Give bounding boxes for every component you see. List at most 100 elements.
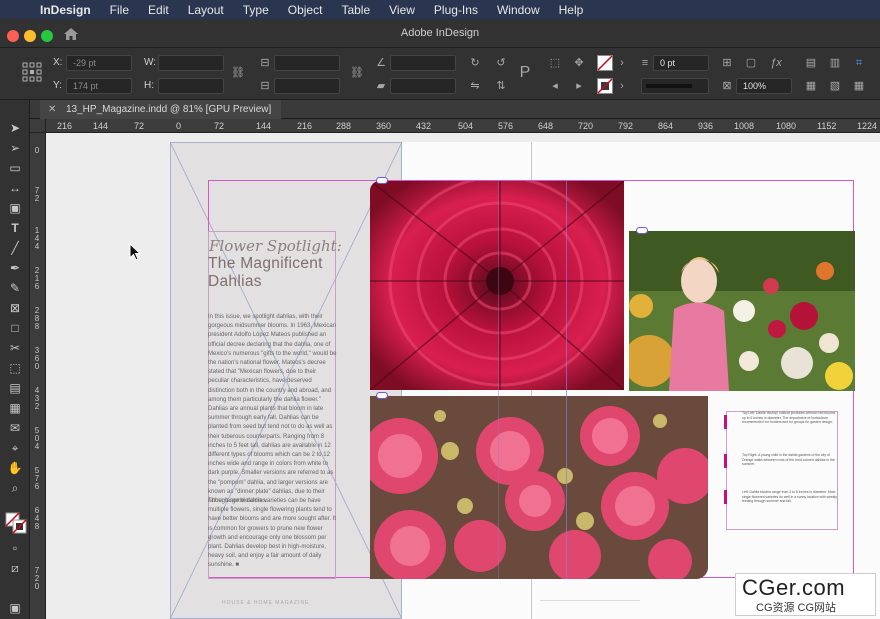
horizontal-ruler[interactable]: 216 144 72 0 72 144 216 288 360 432 504 …: [46, 119, 880, 133]
gradient-swatch-tool-icon[interactable]: ▤: [7, 380, 23, 396]
stroke-menu-arrow-icon[interactable]: ›: [615, 79, 629, 93]
document-tab[interactable]: ✕ 13_HP_Magazine.indd @ 81% [GPU Preview…: [40, 100, 282, 119]
photo-red-dahlia[interactable]: [370, 181, 624, 390]
menu-plugins[interactable]: Plug-Ins: [434, 3, 478, 17]
menu-app[interactable]: InDesign: [40, 3, 91, 17]
constrain-proportions-icon[interactable]: ⛓: [231, 66, 245, 80]
red-dahlia-image: [370, 181, 624, 390]
rotate-ccw-icon[interactable]: ↺: [494, 56, 508, 70]
menu-window[interactable]: Window: [497, 3, 540, 17]
rectangle-tool-icon[interactable]: □: [7, 320, 23, 336]
link-badge-icon[interactable]: [376, 392, 388, 399]
effects-fx-icon[interactable]: ƒx: [769, 56, 783, 70]
align-icon[interactable]: ▦: [852, 79, 866, 93]
scissors-tool-icon[interactable]: ✂: [7, 340, 23, 356]
hand-tool-icon[interactable]: ✋: [7, 460, 23, 476]
direct-selection-tool-icon[interactable]: ➢: [7, 140, 23, 156]
link-scale-icon[interactable]: ⛓: [350, 66, 364, 80]
select-previous-icon[interactable]: ◂: [548, 79, 562, 93]
line-tool-icon[interactable]: ╱: [7, 240, 23, 256]
wrap-shape-icon[interactable]: ⌗: [852, 56, 866, 70]
page-tool-icon[interactable]: ▭: [7, 160, 23, 176]
ruler-label: 504: [458, 121, 474, 131]
apply-none-icon[interactable]: ⧄: [7, 560, 23, 576]
zoom-tool-icon[interactable]: ⌕: [7, 480, 23, 496]
link-badge-icon[interactable]: [636, 227, 648, 234]
ruler-label: 5 7 6: [34, 466, 40, 491]
apple-icon[interactable]: [14, 3, 28, 17]
pencil-tool-icon[interactable]: ✎: [7, 280, 23, 296]
select-next-icon[interactable]: ▸: [572, 79, 586, 93]
menu-file[interactable]: File: [110, 3, 129, 17]
photo-girl-garden[interactable]: [629, 231, 855, 391]
rotate-cw-icon[interactable]: ↻: [468, 56, 482, 70]
menu-edit[interactable]: Edit: [148, 3, 169, 17]
gap-tool-icon[interactable]: ↔: [7, 180, 23, 196]
watermark-badge: CGer.com CG资源 CG网站: [735, 573, 876, 616]
selection-tool-icon[interactable]: ➤: [7, 120, 23, 136]
article-title-line-1: The Magnificent: [208, 255, 323, 272]
fitting-icon[interactable]: ⊞: [720, 56, 734, 70]
stroke-weight-field[interactable]: 0 pt: [653, 55, 709, 71]
screen-mode-icon[interactable]: ▣: [7, 600, 23, 616]
reference-point-icon[interactable]: [22, 62, 42, 82]
link-badge-icon[interactable]: [376, 177, 388, 184]
type-tool-icon[interactable]: T: [7, 220, 23, 236]
flip-horizontal-icon[interactable]: ⇋: [468, 79, 482, 93]
photo-pink-dahlias[interactable]: [370, 396, 708, 579]
frame-fitting-icon[interactable]: ▢: [744, 56, 758, 70]
ruler-label: 0: [176, 121, 182, 131]
menu-bar: InDesign File Edit Layout Type Object Ta…: [0, 0, 880, 19]
x-field[interactable]: -29 pt: [66, 55, 132, 71]
wrap-none-icon[interactable]: ▤: [804, 56, 818, 70]
flip-vertical-icon[interactable]: ⇅: [494, 79, 508, 93]
ruler-label: 144: [93, 121, 109, 131]
pen-tool-icon[interactable]: ✒: [7, 260, 23, 276]
menu-object[interactable]: Object: [288, 3, 323, 17]
document-tab-title: 13_HP_Magazine.indd @ 81% [GPU Preview]: [66, 104, 272, 115]
fill-stroke-swatch-icon[interactable]: [5, 512, 27, 534]
formatting-container-icon[interactable]: ▫: [7, 540, 23, 556]
fill-swatch-icon[interactable]: [597, 55, 613, 71]
menu-table[interactable]: Table: [341, 3, 370, 17]
article-title-line-2: Dahlias: [208, 273, 262, 290]
y-field[interactable]: 174 pt: [66, 78, 132, 94]
fill-menu-arrow-icon[interactable]: ›: [615, 56, 629, 70]
w-field[interactable]: [158, 55, 224, 71]
menu-type[interactable]: Type: [243, 3, 269, 17]
select-content-icon[interactable]: ✥: [572, 56, 586, 70]
rotate-field[interactable]: [390, 55, 456, 71]
caption-frame[interactable]: [726, 411, 838, 530]
ruler-label: 1008: [734, 121, 755, 131]
scale-x-field[interactable]: [274, 55, 340, 71]
content-collector-icon[interactable]: ▣: [7, 200, 23, 216]
gradient-feather-tool-icon[interactable]: ▦: [7, 400, 23, 416]
menu-help[interactable]: Help: [559, 3, 584, 17]
scale-y-field[interactable]: [274, 78, 340, 94]
vertical-ruler[interactable]: 0 7 2 1 4 4 2 1 6 2 8 8 3 6 0 4 3 2 5 0 …: [30, 133, 46, 619]
ruler-label: 4 3 2: [34, 386, 40, 411]
wrap-bounding-icon[interactable]: ▥: [828, 56, 842, 70]
wrap-column-icon[interactable]: ▧: [828, 79, 842, 93]
h-field[interactable]: [158, 78, 224, 94]
ruler-origin[interactable]: [30, 119, 46, 133]
menu-layout[interactable]: Layout: [188, 3, 224, 17]
ruler-label: 792: [618, 121, 634, 131]
shear-field[interactable]: [390, 78, 456, 94]
close-tab-icon[interactable]: ✕: [48, 100, 56, 119]
document-tab-bar: ✕ 13_HP_Magazine.indd @ 81% [GPU Preview…: [30, 100, 880, 119]
eyedropper-tool-icon[interactable]: ⌖: [7, 440, 23, 456]
note-tool-icon[interactable]: ✉: [7, 420, 23, 436]
opacity-field[interactable]: 100%: [736, 78, 792, 94]
rectangle-frame-tool-icon[interactable]: ⊠: [7, 300, 23, 316]
menu-view[interactable]: View: [389, 3, 415, 17]
ruler-label: 5 0 4: [34, 426, 40, 451]
article-para-1: In this issue, we spotlight dahlias, wit…: [208, 314, 337, 403]
caption-3: Left: Dahlia blooms range from 2 to 8 in…: [742, 490, 837, 504]
stroke-swatch-icon[interactable]: [597, 78, 613, 94]
free-transform-tool-icon[interactable]: ⬚: [7, 360, 23, 376]
stroke-type-select[interactable]: [641, 78, 709, 94]
wrap-jump-icon[interactable]: ▦: [804, 79, 818, 93]
select-container-icon[interactable]: ⬚: [548, 56, 562, 70]
pink-dahlias-image: [370, 396, 708, 579]
